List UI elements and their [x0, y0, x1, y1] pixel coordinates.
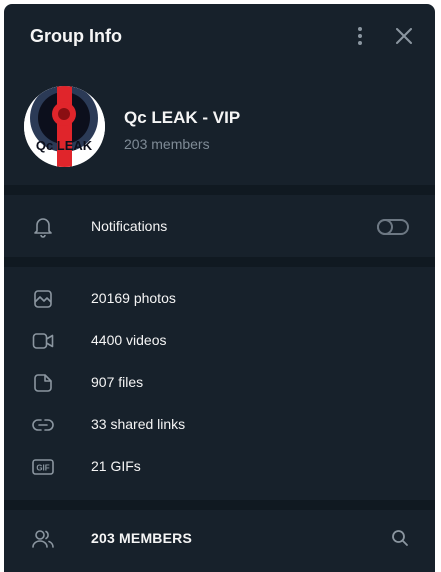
- group-avatar[interactable]: Qc LEAK: [24, 86, 105, 167]
- toggle-knob: [377, 219, 393, 235]
- media-row-gifs[interactable]: GIF 21 GIFs: [4, 445, 435, 487]
- media-label: 33 shared links: [91, 416, 186, 432]
- section-divider: [4, 500, 435, 510]
- search-members-button[interactable]: [386, 524, 414, 552]
- group-members-count: 203 members: [124, 136, 210, 152]
- group-info-panel: Group Info Qc LEAK Qc LEAK - VIP 203 mem…: [4, 4, 435, 572]
- avatar-image: Qc LEAK: [24, 86, 105, 167]
- panel-title: Group Info: [30, 26, 122, 46]
- media-row-photos[interactable]: 20169 photos: [4, 277, 435, 319]
- bell-icon: [31, 215, 55, 239]
- media-row-files[interactable]: 907 files: [4, 361, 435, 403]
- search-icon: [392, 530, 408, 546]
- notifications-label: Notifications: [91, 218, 168, 234]
- media-row-links[interactable]: 33 shared links: [4, 403, 435, 445]
- close-icon: [396, 28, 412, 44]
- close-button[interactable]: [390, 22, 418, 50]
- notifications-row[interactable]: Notifications: [4, 205, 435, 247]
- media-label: 20169 photos: [91, 290, 176, 306]
- svg-text:GIF: GIF: [36, 464, 49, 473]
- members-row[interactable]: 203 MEMBERS: [4, 517, 435, 559]
- more-vertical-icon: [358, 27, 362, 45]
- media-label: 21 GIFs: [91, 458, 141, 474]
- photo-icon: [31, 287, 55, 311]
- group-profile: Qc LEAK Qc LEAK - VIP 203 members: [4, 68, 435, 185]
- avatar-logo-text: Qc LEAK: [36, 138, 93, 153]
- section-divider: [4, 257, 435, 267]
- section-divider: [4, 185, 435, 195]
- media-row-videos[interactable]: 4400 videos: [4, 319, 435, 361]
- members-icon: [31, 527, 55, 551]
- group-name: Qc LEAK - VIP: [124, 108, 241, 127]
- video-icon: [31, 329, 55, 353]
- members-label: 203 MEMBERS: [91, 530, 193, 546]
- notifications-toggle[interactable]: [377, 219, 409, 235]
- more-menu-button[interactable]: [346, 22, 374, 50]
- media-label: 4400 videos: [91, 332, 167, 348]
- link-icon: [31, 413, 55, 437]
- file-icon: [31, 371, 55, 395]
- gif-icon: GIF: [31, 455, 55, 479]
- media-label: 907 files: [91, 374, 144, 390]
- panel-header: Group Info: [4, 4, 435, 68]
